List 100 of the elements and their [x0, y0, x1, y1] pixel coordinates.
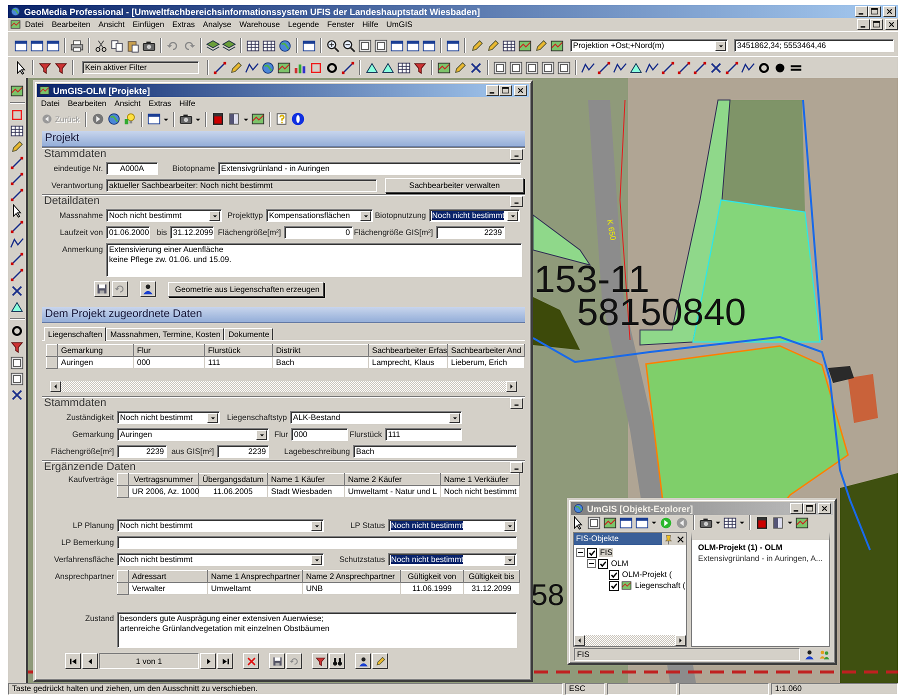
- window-icon[interactable]: [390, 38, 404, 52]
- table-icon[interactable]: [397, 60, 411, 74]
- delete-button[interactable]: [243, 653, 259, 669]
- menu-item[interactable]: Hilfe: [175, 99, 200, 108]
- line-icon[interactable]: [10, 188, 24, 202]
- tree-item[interactable]: OLM: [610, 559, 630, 568]
- table-icon[interactable]: [246, 38, 260, 52]
- text-field[interactable]: 000: [291, 428, 348, 441]
- caret-icon[interactable]: [739, 520, 745, 525]
- cross-icon[interactable]: [10, 388, 24, 402]
- menu-item[interactable]: UmGIS: [382, 20, 417, 29]
- checkbox[interactable]: [598, 558, 608, 568]
- window-icon[interactable]: [14, 38, 28, 52]
- checkbox[interactable]: [609, 570, 619, 580]
- map-icon[interactable]: [603, 516, 617, 530]
- tree-item[interactable]: Liegenschaft (: [634, 581, 686, 590]
- help-icon[interactable]: [275, 112, 290, 126]
- menu-item[interactable]: Bearbeiten: [64, 99, 110, 108]
- menu-item[interactable]: Ansicht: [94, 20, 129, 29]
- menu-item[interactable]: Extras: [144, 99, 176, 108]
- text-field[interactable]: Extensivgrünland - in Auringen: [218, 162, 521, 175]
- tree-item[interactable]: OLM-Projekt (: [621, 570, 673, 579]
- column-header[interactable]: Sachbearbeiter Erfas: [368, 344, 448, 356]
- column-header[interactable]: Name 1 Käufer: [268, 474, 344, 486]
- square-icon[interactable]: [211, 112, 226, 126]
- layers-icon[interactable]: [222, 38, 236, 52]
- caret-icon[interactable]: [195, 116, 202, 122]
- window-icon[interactable]: [46, 38, 60, 52]
- row-selector[interactable]: [118, 486, 128, 498]
- text-field[interactable]: 2239: [117, 445, 167, 458]
- tab[interactable]: Dokumente: [224, 328, 274, 340]
- save-button[interactable]: [269, 653, 285, 669]
- person-button[interactable]: [140, 281, 156, 297]
- menu-item[interactable]: Datei: [37, 99, 64, 108]
- funnel-icon[interactable]: [38, 60, 52, 74]
- map-icon[interactable]: [10, 84, 24, 98]
- line-icon[interactable]: [677, 60, 691, 74]
- pencil-icon[interactable]: [10, 140, 24, 154]
- line-icon[interactable]: [341, 60, 355, 74]
- dropdown-field[interactable]: Noch nicht bestimmt: [117, 553, 324, 566]
- triangle-icon[interactable]: [381, 60, 395, 74]
- minimize-button[interactable]: [486, 85, 499, 96]
- polyline-icon[interactable]: [613, 60, 627, 74]
- circle-icon[interactable]: [10, 324, 24, 338]
- last-record-button[interactable]: [217, 653, 233, 669]
- cross-icon[interactable]: [709, 60, 723, 74]
- dropdown-field[interactable]: Kompensationsflächen: [266, 209, 373, 222]
- frame-icon[interactable]: [10, 372, 24, 386]
- line-icon[interactable]: [10, 252, 24, 266]
- triangle-icon[interactable]: [629, 60, 643, 74]
- frame-icon[interactable]: [358, 38, 372, 52]
- column-header[interactable]: Gemarkung: [58, 344, 134, 356]
- text-field[interactable]: [117, 536, 517, 549]
- line-icon[interactable]: [10, 268, 24, 282]
- previous-record-button[interactable]: [82, 653, 98, 669]
- menu-item[interactable]: Ansicht: [110, 99, 145, 108]
- pencil-icon[interactable]: [453, 60, 467, 74]
- window-icon[interactable]: [619, 516, 633, 530]
- close-button[interactable]: [818, 503, 831, 514]
- cross-icon[interactable]: [10, 284, 24, 298]
- triangle-icon[interactable]: [10, 300, 24, 314]
- frame-icon[interactable]: [525, 60, 539, 74]
- menu-item[interactable]: Datei: [21, 20, 48, 29]
- column-header[interactable]: Sachbearbeiter And: [448, 344, 524, 356]
- maximize-button[interactable]: [868, 6, 881, 17]
- binoculars-button[interactable]: [329, 653, 345, 669]
- polyline-icon[interactable]: [581, 60, 595, 74]
- funnel-button[interactable]: [312, 653, 328, 669]
- collapse-button[interactable]: [510, 148, 523, 160]
- line-icon[interactable]: [693, 60, 707, 74]
- table-icon[interactable]: [10, 124, 24, 138]
- line-icon[interactable]: [725, 60, 739, 74]
- map-icon[interactable]: [795, 516, 809, 530]
- menu-item[interactable]: Analyse: [198, 20, 236, 29]
- close-button[interactable]: [883, 6, 896, 17]
- text-area[interactable]: Extensivierung einer Auenfläche keine Pflege zw. 01.06. und 15.09.: [106, 243, 522, 277]
- column-header[interactable]: Name 1 Verkäufer: [440, 474, 520, 486]
- map-icon[interactable]: [550, 38, 564, 52]
- first-record-button[interactable]: [65, 653, 81, 669]
- column-header[interactable]: Name 1 Ansprechpartner: [208, 570, 302, 582]
- gradient-icon[interactable]: [227, 112, 242, 126]
- horizontal-scrollbar[interactable]: [574, 635, 686, 646]
- collapse-button[interactable]: [510, 398, 523, 408]
- menu-item[interactable]: Einfügen: [128, 20, 168, 29]
- tab[interactable]: Massnahmen, Termine, Kosten: [106, 328, 224, 340]
- menu-item[interactable]: Legende: [284, 20, 324, 29]
- camera-icon[interactable]: [179, 112, 194, 126]
- frame-icon[interactable]: [587, 516, 601, 530]
- table-icon[interactable]: [502, 38, 516, 52]
- tree-item[interactable]: FIS: [599, 548, 614, 557]
- text-field[interactable]: A000A: [106, 162, 158, 175]
- circle-icon[interactable]: [757, 60, 771, 74]
- window-icon[interactable]: [302, 38, 316, 52]
- minimize-button[interactable]: [857, 19, 870, 30]
- funnel-icon[interactable]: [54, 60, 68, 74]
- map-icon[interactable]: [251, 112, 266, 126]
- minimize-button[interactable]: [790, 503, 803, 514]
- coordinate-field[interactable]: 3451862,34; 5553464,46: [734, 39, 894, 52]
- line-icon[interactable]: [213, 60, 227, 74]
- text-field[interactable]: 31.12.2099: [170, 226, 214, 239]
